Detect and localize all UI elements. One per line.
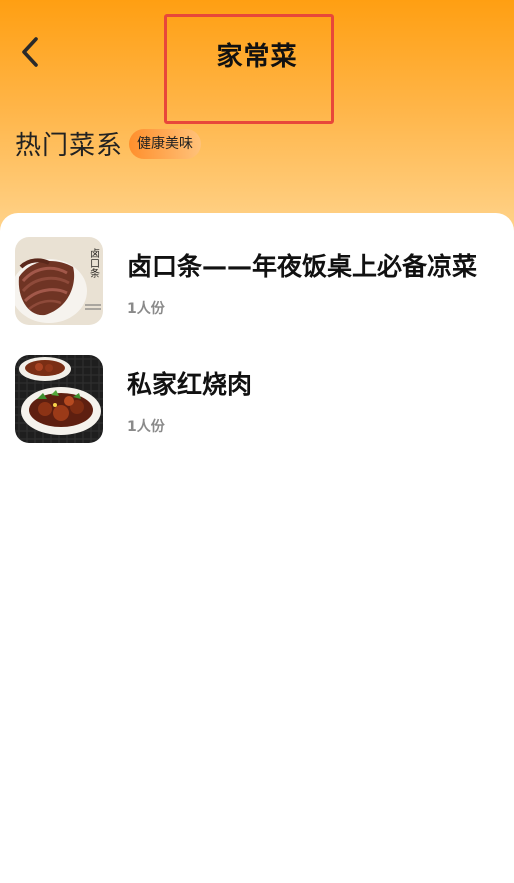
recipe-name: 卤口条——年夜饭桌上必备凉菜: [127, 252, 478, 281]
chevron-left-icon: [22, 37, 38, 67]
braised-pork-image: [15, 355, 103, 443]
recipe-item[interactable]: 卤口条 卤口条——年夜饭桌上必备凉菜 1人份: [15, 237, 505, 327]
recipe-servings: 1人份: [127, 419, 165, 435]
page-title: 家常菜: [216, 42, 298, 72]
recipe-item[interactable]: 私家红烧肉 1人份: [15, 355, 505, 445]
recipe-name: 私家红烧肉: [127, 370, 253, 399]
back-button[interactable]: [12, 30, 48, 74]
section-title: 热门菜系: [15, 131, 124, 161]
recipe-image-caption-1: 卤口条: [88, 247, 100, 278]
recipe-thumbnail: [15, 355, 103, 443]
tag-badge: 健康美味: [129, 129, 201, 159]
recipe-servings: 1人份: [127, 301, 165, 317]
braised-pork-tongue-image: 卤口条: [15, 237, 103, 325]
screen: 家常菜 热门菜系 健康美味 卤口条 卤口条——年夜饭桌上必备凉菜 1人份 私家红…: [0, 0, 514, 883]
recipe-thumbnail: 卤口条: [15, 237, 103, 325]
